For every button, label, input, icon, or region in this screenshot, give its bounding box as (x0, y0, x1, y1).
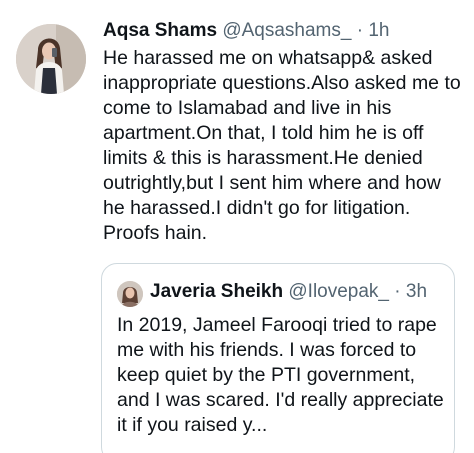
quoted-tweet-header: Javeria Sheikh @Ilovepak_ · 3h (150, 279, 427, 305)
author-handle[interactable]: @Aqsashams_ (222, 20, 351, 41)
tweet-header: Aqsa Shams @Aqsashams_ · 1h (103, 18, 389, 44)
quoted-author-handle[interactable]: @Ilovepak_ (288, 281, 389, 302)
quoted-avatar[interactable] (117, 281, 143, 307)
quoted-avatar-photo-icon (117, 281, 143, 307)
avatar-photo-icon (16, 24, 86, 94)
quoted-separator-dot: · (394, 281, 401, 302)
author-name[interactable]: Aqsa Shams (103, 20, 217, 41)
tweet-text: He harassed me on whatsapp& asked inappr… (103, 47, 461, 244)
separator-dot: · (356, 20, 364, 41)
avatar[interactable] (16, 24, 86, 94)
quoted-timestamp[interactable]: 3h (406, 281, 427, 302)
quoted-tweet-card[interactable]: Javeria Sheikh @Ilovepak_ · 3h In 2019, … (101, 263, 455, 453)
quoted-author-name[interactable]: Javeria Sheikh (150, 281, 283, 302)
tweet[interactable]: Aqsa Shams @Aqsashams_ · 1h He harassed … (0, 0, 474, 453)
timestamp[interactable]: 1h (368, 20, 389, 41)
quoted-tweet-text: In 2019, Jameel Farooqi tried to rape me… (117, 314, 444, 436)
